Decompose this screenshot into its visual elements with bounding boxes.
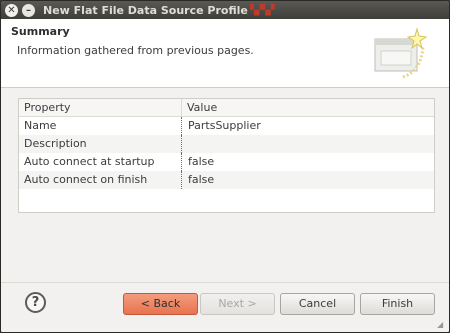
page-description: Information gathered from previous pages… — [17, 44, 254, 57]
cell-property: Auto connect at startup — [24, 155, 155, 168]
title-decoration-icon: ▚▞▚▞ — [249, 4, 275, 16]
page-title: Summary — [11, 25, 70, 38]
button-bar-separator — [1, 282, 449, 283]
cell-property: Description — [24, 137, 87, 150]
wizard-banner-icon — [374, 27, 428, 79]
title-bar: ✕ – New Flat File Data Source Profile ▚▞… — [1, 1, 449, 19]
back-button[interactable]: < Back — [123, 293, 198, 315]
table-row[interactable]: Auto connect at startup false — [19, 153, 434, 171]
table-header: Property Value — [19, 99, 434, 117]
wizard-dialog: ✕ – New Flat File Data Source Profile ▚▞… — [0, 0, 450, 333]
summary-table[interactable]: Property Value Name PartsSupplier Descri… — [18, 98, 435, 213]
cell-value: false — [181, 153, 434, 171]
cell-value: false — [181, 171, 434, 189]
resize-grip-icon[interactable]: ◢ — [437, 320, 447, 330]
table-row[interactable]: Auto connect on finish false — [19, 171, 434, 189]
help-icon[interactable]: ? — [25, 292, 46, 313]
minimize-window-button[interactable]: – — [22, 3, 35, 17]
close-window-button[interactable]: ✕ — [5, 3, 18, 17]
cancel-button[interactable]: Cancel — [280, 293, 355, 315]
column-header-property[interactable]: Property — [19, 99, 181, 116]
cell-property: Name — [24, 119, 57, 132]
table-row[interactable]: Description — [19, 135, 434, 153]
cell-value: PartsSupplier — [181, 117, 434, 135]
column-header-value[interactable]: Value — [181, 99, 434, 116]
window-title: New Flat File Data Source Profile — [43, 3, 248, 17]
wizard-header: Summary Information gathered from previo… — [1, 19, 449, 88]
finish-button[interactable]: Finish — [360, 293, 435, 315]
cell-value — [181, 135, 434, 153]
cell-property: Auto connect on finish — [24, 173, 148, 186]
table-row[interactable]: Name PartsSupplier — [19, 117, 434, 135]
next-button[interactable]: Next > — [200, 293, 275, 315]
